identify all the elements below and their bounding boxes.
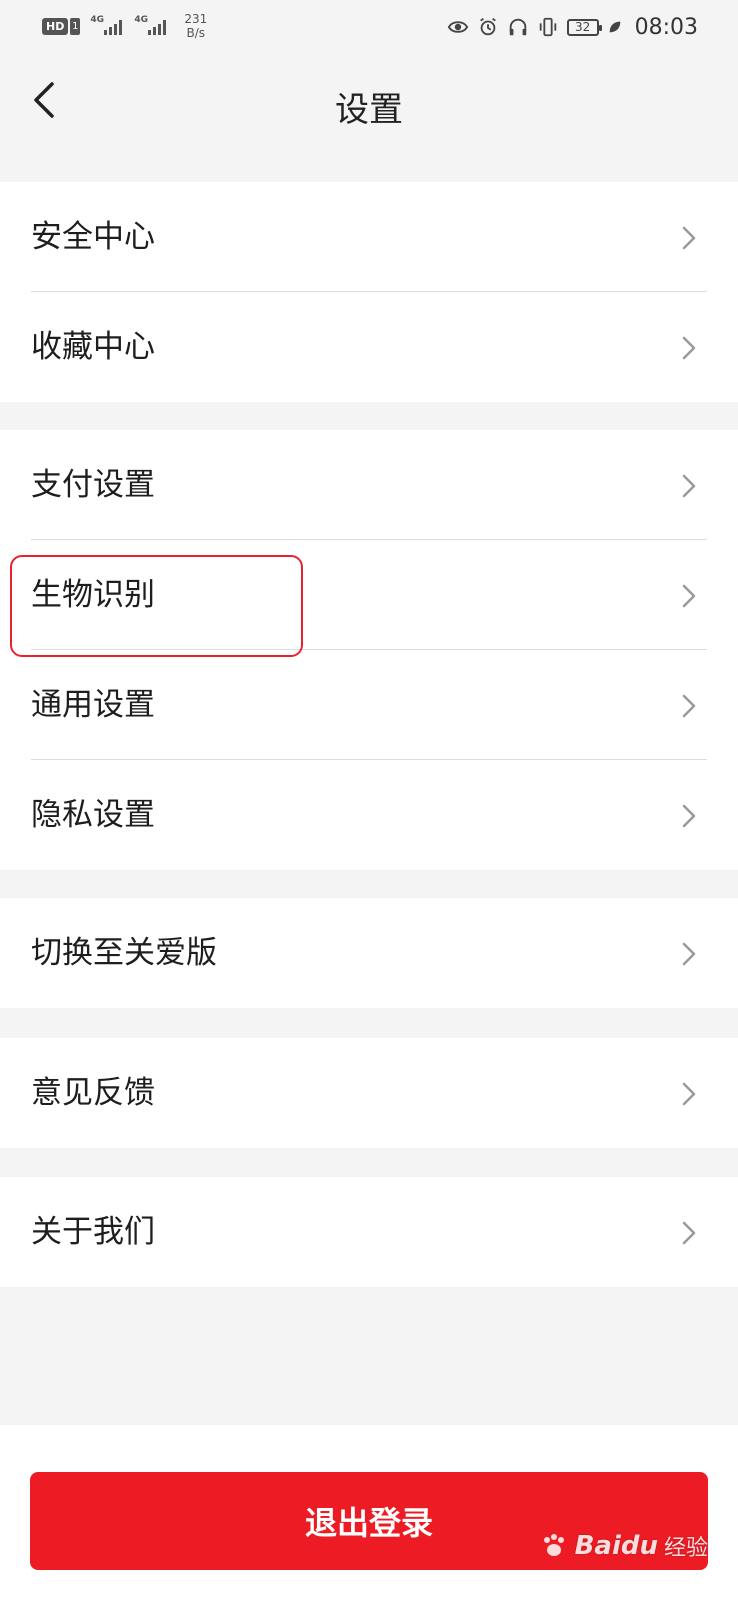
sim-number: 1 — [70, 17, 81, 35]
leaf-icon — [609, 21, 620, 33]
net-speed: 231 B/s — [184, 12, 207, 40]
menu-item-payment-settings[interactable]: 支付设置 — [0, 430, 738, 540]
menu-item-privacy-settings[interactable]: 隐私设置 — [0, 760, 738, 870]
menu-item-label: 通用设置 — [31, 687, 155, 723]
menu-item-label: 切换至关爱版 — [31, 935, 217, 971]
menu-item-label: 隐私设置 — [31, 797, 155, 833]
menu-item-security-center[interactable]: 安全中心 — [0, 182, 738, 292]
signal-1-tag: 4G — [90, 15, 104, 25]
alarm-icon — [479, 17, 496, 36]
vibrate-icon — [539, 17, 556, 37]
settings-group-4: 意见反馈 — [0, 1038, 738, 1148]
watermark-brand: Baidu — [574, 1531, 658, 1561]
menu-item-label: 安全中心 — [31, 219, 155, 255]
status-left: HD 1 4G 4G 231 B/s — [42, 10, 207, 42]
chevron-right-icon — [682, 694, 696, 718]
signal-icon: 4G — [90, 15, 128, 37]
page-title: 设置 — [335, 90, 403, 130]
chevron-right-icon — [682, 226, 696, 250]
settings-group-3: 切换至关爱版 — [0, 898, 738, 1008]
menu-item-feedback[interactable]: 意见反馈 — [0, 1038, 738, 1148]
watermark-sub: 经验 — [663, 1536, 708, 1561]
menu-item-care-mode[interactable]: 切换至关爱版 — [0, 898, 738, 1008]
menu-item-label: 收藏中心 — [31, 329, 155, 365]
status-right: 32 08:03 — [447, 12, 698, 42]
headphones-icon — [509, 18, 526, 36]
hd-badge: HD — [42, 17, 69, 35]
settings-group-1: 安全中心 收藏中心 — [0, 182, 738, 402]
status-bar: HD 1 4G 4G 231 B/s 32 08:03 — [0, 0, 738, 52]
signal-icon-2: 4G — [134, 15, 172, 37]
bottom-panel: 退出登录 Baidu 经验 — [0, 1425, 738, 1600]
menu-item-general-settings[interactable]: 通用设置 — [0, 650, 738, 760]
net-speed-value: 231 — [184, 12, 208, 26]
chevron-right-icon — [682, 584, 696, 608]
chevron-right-icon — [682, 804, 696, 828]
eye-icon — [447, 21, 468, 33]
baidu-watermark: Baidu 经验 — [539, 1530, 708, 1562]
clock: 08:03 — [634, 14, 698, 40]
battery-icon: 32 — [566, 18, 602, 36]
chevron-right-icon — [682, 942, 696, 966]
menu-item-label: 关于我们 — [31, 1214, 155, 1250]
chevron-right-icon — [682, 1082, 696, 1106]
menu-item-label: 支付设置 — [31, 467, 155, 503]
chevron-right-icon — [682, 474, 696, 498]
signal-2-tag: 4G — [134, 15, 148, 25]
menu-item-about-us[interactable]: 关于我们 — [0, 1177, 738, 1287]
net-speed-unit: B/s — [186, 26, 206, 40]
menu-item-favorites-center[interactable]: 收藏中心 — [0, 292, 738, 402]
settings-group-5: 关于我们 — [0, 1177, 738, 1287]
highlight-box — [10, 555, 303, 657]
menu-item-label: 意见反馈 — [31, 1075, 155, 1111]
chevron-right-icon — [682, 1221, 696, 1245]
paw-icon — [543, 1534, 564, 1556]
nav-bar: 设置 — [0, 52, 738, 152]
chevron-right-icon — [682, 336, 696, 360]
